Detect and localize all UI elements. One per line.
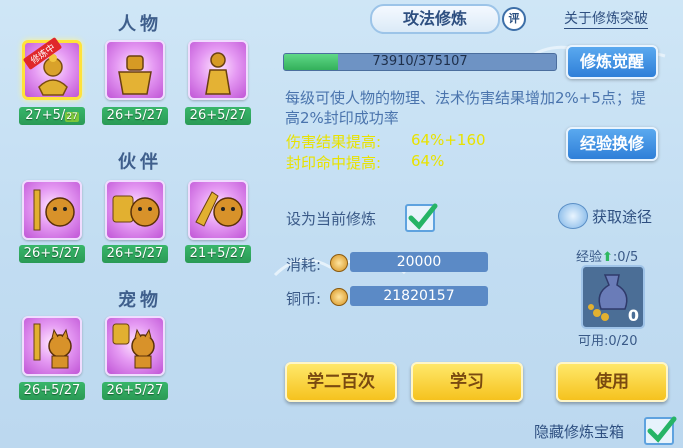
gauntlet-leopard-icon bbox=[195, 191, 243, 227]
rate-button[interactable]: 评 bbox=[502, 7, 526, 31]
partner-slot-3[interactable] bbox=[188, 180, 248, 240]
character-slot-2-level: 26+5/27 bbox=[102, 107, 168, 125]
character-slot-1[interactable]: 修炼中 bbox=[22, 36, 82, 100]
golden-figure-icon bbox=[205, 52, 231, 95]
cost-value: 20000 bbox=[350, 252, 488, 272]
section-title-character: 人物 bbox=[118, 14, 162, 35]
golden-warrior-icon bbox=[118, 55, 152, 95]
section-title-partner: 伙伴 bbox=[118, 152, 162, 173]
character-slot-1-level: 27+5/27 bbox=[19, 107, 85, 125]
set-current-label: 设为当前修炼 bbox=[286, 210, 377, 228]
coin-label: 铜币: bbox=[286, 290, 322, 308]
checkmark-icon bbox=[408, 203, 438, 230]
partner-slot-3-level: 21+5/27 bbox=[185, 245, 251, 263]
level-extra: 27 bbox=[65, 112, 79, 122]
exp-value: :0/5 bbox=[612, 250, 639, 265]
use-button[interactable]: 使用 bbox=[556, 362, 668, 402]
pet-slot-1-level: 26+5/27 bbox=[19, 382, 85, 400]
stat-damage-value: 64%+160 bbox=[411, 131, 486, 149]
sword-cat-icon bbox=[33, 323, 72, 369]
armor-cat-icon bbox=[112, 323, 155, 369]
coin-icon bbox=[330, 254, 348, 272]
progress-text: 73910/375107 bbox=[372, 54, 468, 69]
panel-title-plate: 攻法修炼 bbox=[370, 4, 500, 34]
description-text: 每级可使人物的物理、法术伤害结果增加2%+5点；提高2%封印成功率 bbox=[285, 89, 646, 127]
coin-value: 21820157 bbox=[350, 286, 488, 306]
partner-slot-2-level: 26+5/27 bbox=[102, 245, 168, 263]
obtain-icon[interactable] bbox=[558, 203, 588, 229]
panel-title: 攻法修炼 bbox=[402, 9, 467, 28]
rate-label: 评 bbox=[508, 12, 520, 25]
armor-leopard-icon bbox=[112, 195, 160, 227]
learn-200-button[interactable]: 学二百次 bbox=[285, 362, 397, 402]
stat-damage-label: 伤害结果提高: bbox=[286, 133, 382, 151]
progress-bar: 73910/375107 bbox=[283, 53, 557, 71]
partner-slot-2[interactable] bbox=[105, 180, 165, 240]
set-current-checkbox[interactable] bbox=[405, 203, 438, 232]
character-slot-2[interactable] bbox=[105, 40, 165, 100]
arrow-up-icon: ⬆ bbox=[602, 250, 613, 265]
usable-label: 可用:0/20 bbox=[578, 334, 638, 349]
partner-slot-1[interactable] bbox=[22, 180, 82, 240]
exchange-exp-button[interactable]: 经验换修 bbox=[566, 127, 658, 161]
stat-seal-label: 封印命中提高: bbox=[286, 154, 382, 172]
checkmark-icon-2 bbox=[647, 416, 677, 443]
awaken-button[interactable]: 修炼觉醒 bbox=[566, 45, 658, 79]
treasure-item-slot[interactable]: 0 bbox=[581, 265, 645, 329]
level-text: 27+5/ bbox=[25, 108, 66, 123]
hide-chest-checkbox[interactable] bbox=[644, 416, 677, 445]
coin-icon-2 bbox=[330, 288, 348, 306]
exp-label: 经验⬆:0/5 bbox=[576, 246, 638, 265]
pet-slot-1[interactable] bbox=[22, 316, 82, 376]
sword-leopard-icon bbox=[33, 189, 75, 231]
learn-button[interactable]: 学习 bbox=[411, 362, 523, 402]
pet-slot-2[interactable] bbox=[105, 316, 165, 376]
partner-slot-1-level: 26+5/27 bbox=[19, 245, 85, 263]
item-count: 0 bbox=[627, 306, 639, 325]
about-breakthrough-link[interactable]: 关于修炼突破 bbox=[564, 8, 648, 29]
character-slot-3[interactable] bbox=[188, 40, 248, 100]
cost-label: 消耗: bbox=[286, 256, 322, 274]
section-title-pet: 宠物 bbox=[118, 290, 162, 311]
pet-slot-2-level: 26+5/27 bbox=[102, 382, 168, 400]
exp-label-text: 经验 bbox=[576, 250, 603, 265]
hide-chest-label: 隐藏修炼宝箱 bbox=[534, 423, 625, 441]
obtain-link[interactable]: 获取途径 bbox=[592, 206, 652, 227]
character-slot-3-level: 26+5/27 bbox=[185, 107, 251, 125]
stat-seal-value: 64% bbox=[411, 152, 445, 170]
